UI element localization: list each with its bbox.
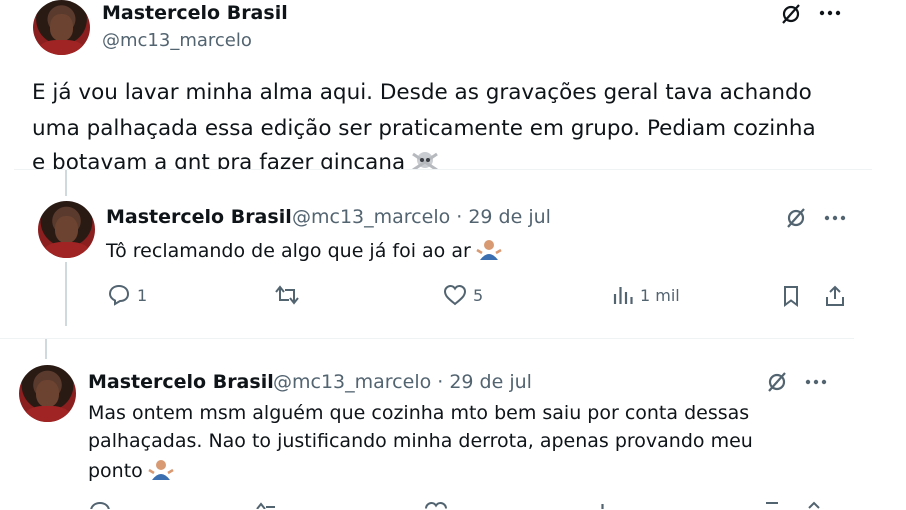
reply-2-text-line-1: Mas ontem msm alguém que cozinha mto bem… [88,402,750,424]
thread-line [45,339,47,359]
like-button[interactable]: 5 [443,284,483,306]
author-avatar[interactable] [33,0,90,55]
reply-icon[interactable] [88,501,112,509]
tweet-text-line-3: e botavam a gnt pra fazer gincana [32,150,406,169]
thread-line [65,262,67,326]
skull-crossbones-emoji [410,150,440,169]
retweet-button[interactable] [274,284,306,306]
share-icon[interactable] [803,501,825,509]
grok-icon[interactable] [778,2,804,26]
person-shrugging-emoji [476,238,502,264]
author-name[interactable]: Mastercelo Brasil [102,2,288,24]
retweet-icon[interactable] [255,501,281,509]
like-icon[interactable] [424,501,448,509]
reply-author-name[interactable]: Mastercelo Brasil [106,206,292,228]
reply-2-author-handle[interactable]: @mc13_marcelo · 29 de jul [273,371,532,393]
thread-line [65,170,67,196]
reply-2-text-line-2: palhaçadas. Nao to justificando minha de… [88,430,753,452]
tweet-text-line-1: E já vou lavar minha alma aqui. Desde as… [32,80,812,105]
more-icon[interactable] [818,2,842,24]
reply-2-author-name[interactable]: Mastercelo Brasil [88,371,274,393]
bookmark-icon[interactable] [761,501,783,509]
reply-2-avatar[interactable] [19,365,76,422]
reply-count: 1 [137,285,148,305]
more-icon[interactable] [823,207,847,229]
grok-icon[interactable] [783,206,809,230]
like-count: 5 [473,285,484,305]
views-count: 1 mil [640,285,680,305]
reply-button[interactable]: 1 [107,284,147,306]
person-shrugging-emoji [148,458,174,484]
grok-icon[interactable] [764,370,790,394]
reply-author-handle[interactable]: @mc13_marcelo · 29 de jul [292,206,551,228]
tweet-text-line-2: uma palhaçada essa edição ser praticamen… [32,116,816,141]
views-button[interactable]: 1 mil [612,284,680,306]
bookmark-icon[interactable] [779,284,803,308]
views-icon[interactable] [594,501,616,509]
reply-2-text-line-3: ponto [88,460,143,482]
share-icon[interactable] [822,284,848,308]
reply-text: Tô reclamando de algo que já foi ao ar [106,240,471,262]
reply-avatar[interactable] [38,201,95,258]
reply-card-2[interactable] [0,338,854,510]
author-handle[interactable]: @mc13_marcelo [102,30,252,51]
more-icon[interactable] [804,371,828,393]
